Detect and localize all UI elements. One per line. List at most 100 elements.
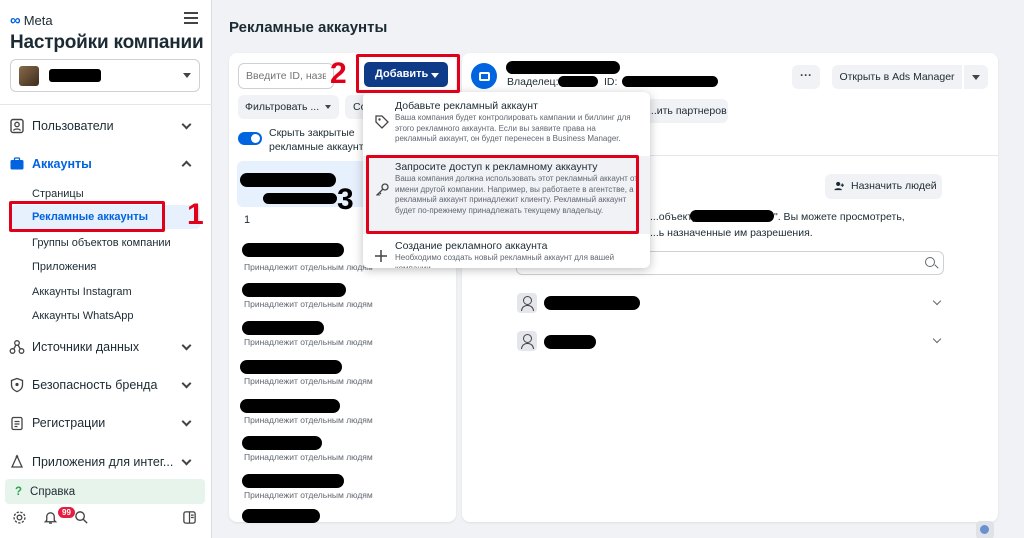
question-icon: ? [15, 485, 23, 498]
redacted-person-name [544, 335, 596, 349]
sidebar-item-data-sources[interactable]: Источники данных [8, 334, 204, 360]
redacted-account-name [240, 399, 340, 413]
sidebar-subitem-business-asset-groups[interactable]: Группы объектов компании [32, 237, 171, 249]
shield-icon [8, 376, 26, 394]
person-icon [517, 331, 537, 351]
chevron-up-icon [181, 160, 192, 171]
list-item-number: 1 [244, 214, 251, 226]
annotation-box-1 [9, 201, 165, 232]
redacted-id [622, 76, 718, 87]
plus-icon [375, 250, 387, 262]
annotation-step-2: 2 [330, 57, 347, 90]
annotation-box-3 [366, 155, 639, 234]
annotation-box-2 [356, 54, 460, 93]
add-person-icon [834, 181, 844, 191]
search-icon[interactable] [74, 510, 89, 528]
redacted-account-name [242, 243, 344, 257]
redacted-account-name [240, 173, 336, 187]
sidebar-item-label: Источники данных [32, 340, 140, 354]
sidebar-item-label: Пользователи [32, 119, 114, 133]
search-input[interactable] [238, 63, 334, 89]
redacted-account-title [506, 61, 620, 74]
redacted-business-name [49, 69, 101, 82]
redacted-account-name [242, 509, 320, 523]
hamburger-menu-icon[interactable] [184, 12, 198, 24]
redacted-account-name [242, 283, 346, 297]
integrations-icon [8, 453, 26, 471]
open-ads-manager-button[interactable]: Открыть в Ads Manager [832, 65, 962, 89]
open-ads-manager-dropdown[interactable] [964, 65, 988, 89]
info-text-line2: ...ь назначенные им разрешения. [650, 227, 813, 239]
sidebar-item-label: Приложения для интег... [32, 455, 174, 469]
chevron-down-icon [181, 416, 192, 427]
assign-people-button[interactable]: Назначить людей [825, 174, 942, 199]
redacted-account-name [242, 321, 324, 335]
users-icon [8, 117, 26, 135]
ad-account-icon [471, 63, 497, 89]
chevron-down-icon [181, 340, 192, 351]
filter-label: Фильтровать ... [245, 101, 320, 113]
data-sources-icon [8, 338, 26, 356]
gear-icon[interactable] [12, 510, 27, 528]
chevron-down-icon [932, 296, 942, 306]
menu-item-add-ad-account[interactable]: Добавьте рекламный аккаунт Ваша компания… [363, 92, 650, 156]
menu-item-create-ad-account[interactable]: Создание рекламного аккаунта Необходимо … [363, 234, 650, 268]
tag-icon [375, 115, 389, 129]
search-icon [925, 257, 935, 267]
bell-icon[interactable] [43, 510, 58, 528]
owner-text: Принадлежит отдельным людям [244, 262, 373, 272]
sidebar-item-label: Безопасность бренда [32, 378, 158, 392]
clipboard-icon [8, 414, 26, 432]
sidebar-item-registrations[interactable]: Регистрации [8, 410, 204, 436]
filter-button[interactable]: Фильтровать ... [238, 95, 339, 119]
owner-text: Принадлежит отдельным людям [244, 376, 373, 386]
annotation-step-3: 3 [337, 183, 354, 216]
redacted-account-name [240, 360, 342, 374]
sidebar: ∞ Meta Настройки компании Пользователи А… [0, 0, 212, 538]
panel-toggle-icon[interactable] [182, 510, 197, 528]
business-avatar [19, 65, 39, 86]
info-text-end: ". Вы можете просмотреть, [774, 211, 905, 223]
menu-item-title: Добавьте рекламный аккаунт [395, 100, 538, 112]
menu-item-description: Ваша компания будет контролировать кампа… [395, 113, 631, 143]
page-title: Рекламные аккаунты [229, 19, 388, 36]
owner-label: Владелец: [507, 76, 559, 88]
sidebar-subitem-apps[interactable]: Приложения [32, 261, 96, 273]
sidebar-item-label: Регистрации [32, 416, 106, 430]
globe-icon[interactable] [976, 521, 994, 538]
meta-infinity-icon: ∞ [10, 12, 21, 29]
notification-badge: 99 [58, 507, 75, 518]
redacted-account-id [263, 193, 337, 204]
sidebar-subitem-whatsapp[interactable]: Аккаунты WhatsApp [32, 310, 134, 322]
sidebar-title: Настройки компании [10, 32, 204, 53]
sidebar-divider [0, 104, 212, 105]
owner-text: Принадлежит отдельным людям [244, 415, 373, 425]
business-selector[interactable] [10, 59, 200, 92]
sidebar-item-accounts[interactable]: Аккаунты [8, 151, 204, 177]
help-button[interactable]: ? Справка [5, 479, 205, 504]
sidebar-item-users[interactable]: Пользователи [8, 113, 204, 139]
chevron-down-icon [181, 119, 192, 130]
meta-logo[interactable]: ∞ Meta [10, 12, 53, 29]
sidebar-item-brand-safety[interactable]: Безопасность бренда [8, 372, 204, 398]
sidebar-subitem-pages[interactable]: Страницы [32, 188, 84, 200]
help-label: Справка [30, 485, 76, 498]
assign-people-label: Назначить людей [851, 180, 937, 192]
person-icon [517, 293, 537, 313]
chevron-down-icon [932, 334, 942, 344]
owner-text: Принадлежит отдельным людям [244, 337, 373, 347]
sidebar-item-integrations[interactable]: Приложения для интег... [8, 449, 204, 475]
meta-brand-text: Meta [23, 13, 53, 28]
chevron-down-icon [181, 378, 192, 389]
redacted-account-name [242, 474, 344, 488]
chevron-down-icon [325, 105, 331, 109]
hide-closed-toggle[interactable] [238, 132, 262, 145]
redacted-owner [558, 76, 598, 87]
redacted-account-name [242, 436, 322, 450]
chevron-down-icon [181, 455, 192, 466]
more-options-button[interactable]: ··· [792, 65, 820, 89]
owner-text: Принадлежит отдельным людям [244, 299, 373, 309]
sidebar-subitem-instagram[interactable]: Аккаунты Instagram [32, 286, 132, 298]
menu-item-title: Создание рекламного аккаунта [395, 240, 548, 252]
annotation-step-1: 1 [187, 198, 204, 231]
